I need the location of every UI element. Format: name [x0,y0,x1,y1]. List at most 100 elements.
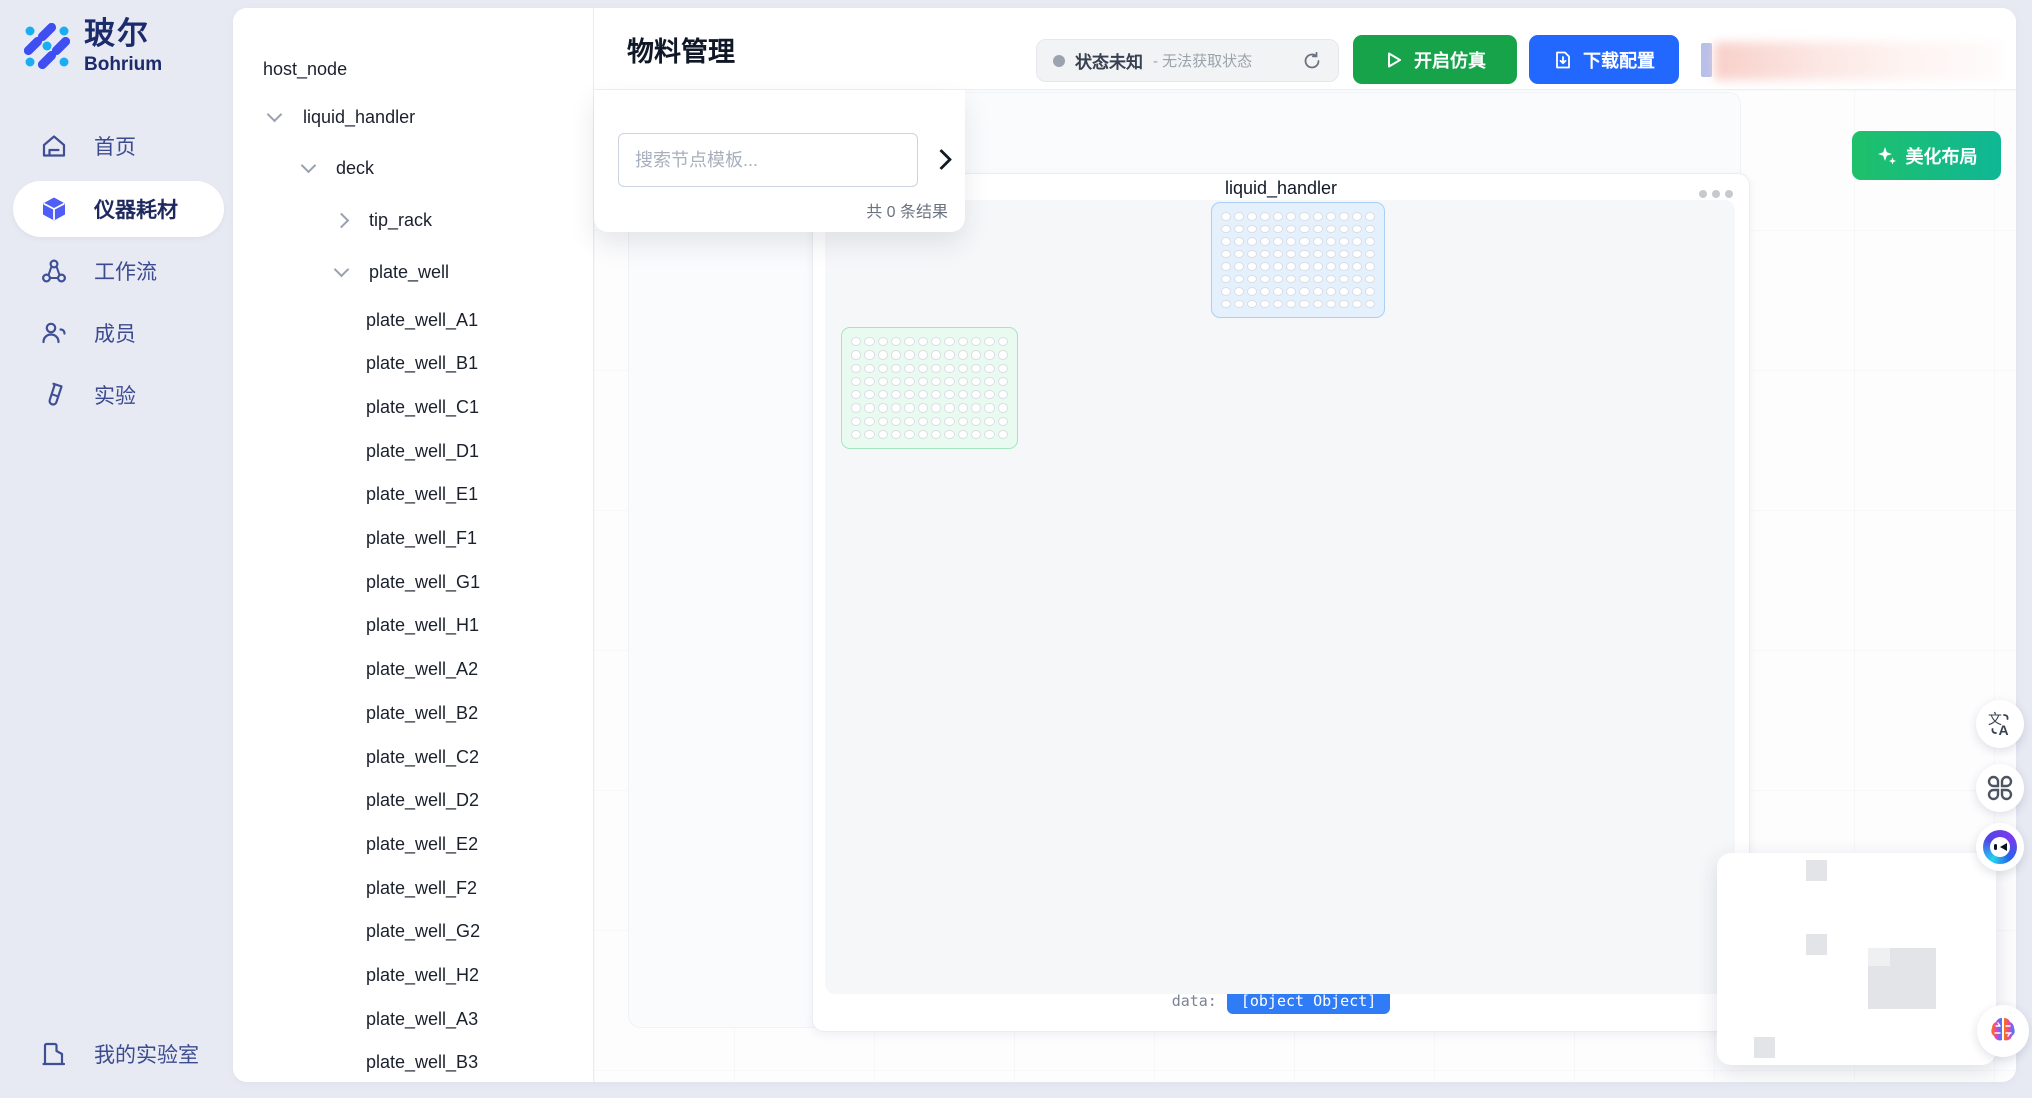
well [1234,287,1244,296]
tip-rack-plate[interactable] [1211,202,1385,318]
ai-brain-button[interactable] [1977,1005,2029,1057]
well [891,417,901,426]
well [864,403,874,412]
well [918,350,928,359]
tree-node-label: plate_well_C2 [366,747,479,768]
chevron-down-icon[interactable] [267,107,283,123]
tree-node-host_node[interactable]: host_node [233,56,593,82]
sidebar-item-members[interactable]: 成员 [13,305,224,361]
tree-node-liquid_handler[interactable]: liquid_handler [233,104,593,130]
main-card: host_node liquid_handlerdeck tip_rackplate… [233,8,2016,1082]
redacted-blur-block [1714,42,2001,80]
well [944,390,954,399]
tree-node-plate_well[interactable]: plate_well [233,259,593,285]
tree-node-plate_well_A2[interactable]: plate_well_A2 [233,657,593,683]
tree-node-plate_well_D2[interactable]: plate_well_D2 [233,788,593,814]
well [958,364,968,373]
well [1352,225,1362,234]
well [878,364,888,373]
ellipsis-icon[interactable] [1699,190,1733,198]
tree-node-deck[interactable]: deck [233,155,593,181]
minimap[interactable] [1717,853,1996,1065]
well [1260,300,1270,309]
tree-node-plate_well_A3[interactable]: plate_well_A3 [233,1006,593,1032]
well [1326,212,1336,221]
sidebar-item-label: 仪器耗材 [94,194,178,224]
sidebar-item-experiments[interactable]: 实验 [13,367,224,423]
tree-node-plate_well_F2[interactable]: plate_well_F2 [233,875,593,901]
tree-node-plate_well_H1[interactable]: plate_well_H1 [233,613,593,639]
well [1234,250,1244,259]
brand-name-en: Bohrium [84,55,162,74]
download-config-button[interactable]: 下载配置 [1529,35,1679,84]
start-simulation-button[interactable]: 开启仿真 [1353,35,1517,84]
sidebar-item-my-lab[interactable]: 我的实验室 [13,1026,224,1082]
well [944,337,954,346]
well [958,390,968,399]
liquid-handler-node[interactable]: liquid_handler data: [object Object] [812,173,1750,1032]
well [1221,300,1231,309]
tree-node-plate_well_C2[interactable]: plate_well_C2 [233,744,593,770]
well [971,350,981,359]
sidebar-item-home[interactable]: 首页 [13,118,224,174]
brand-name-cn: 玻尔 [84,18,162,49]
search-input[interactable] [618,133,918,187]
redacted-user-info [1701,42,2001,80]
well [918,417,928,426]
well [984,390,994,399]
tree-node-tip_rack[interactable]: tip_rack [233,207,593,233]
chevron-right-icon[interactable] [931,149,952,170]
plate-well-plate[interactable] [841,327,1018,449]
tree-node-label: plate_well_E1 [366,484,478,505]
tree-node-plate_well_F1[interactable]: plate_well_F1 [233,526,593,552]
well [1299,287,1309,296]
tree-node-plate_well_G2[interactable]: plate_well_G2 [233,919,593,945]
well [958,337,968,346]
well [851,377,861,386]
tree-node-plate_well_B1[interactable]: plate_well_B1 [233,351,593,377]
well [1247,237,1257,246]
tree-node-plate_well_E1[interactable]: plate_well_E1 [233,482,593,508]
well [1352,300,1362,309]
tree-node-plate_well_E2[interactable]: plate_well_E2 [233,831,593,857]
well [1234,212,1244,221]
minimap-node [1806,860,1827,881]
deck-surface [825,200,1735,994]
apps-button[interactable] [1976,764,2024,812]
well [998,337,1008,346]
well [931,364,941,373]
tree-node-plate_well_G1[interactable]: plate_well_G1 [233,569,593,595]
flow-canvas[interactable]: liquid_handler data: [object Object] 美化布… [594,90,2016,1082]
ai-assistant-button[interactable] [1976,823,2024,871]
tree-node-label: plate_well_A1 [366,310,478,331]
chevron-right-icon[interactable] [334,212,350,228]
tree-node-plate_well_A1[interactable]: plate_well_A1 [233,307,593,333]
well [931,350,941,359]
well [851,403,861,412]
chevron-down-icon[interactable] [301,158,317,174]
status-label: 状态未知 [1075,48,1143,73]
tree-node-plate_well_B3[interactable]: plate_well_B3 [233,1050,593,1076]
tree-node-plate_well_C1[interactable]: plate_well_C1 [233,394,593,420]
well [1352,275,1362,284]
well [1286,287,1296,296]
well [971,430,981,439]
well [1299,225,1309,234]
well [918,430,928,439]
beautify-layout-button[interactable]: 美化布局 [1852,131,2001,180]
well [1286,225,1296,234]
translate-button[interactable]: 文 A [1976,700,2024,748]
well [1260,250,1270,259]
status-detail: - 无法获取状态 [1153,50,1252,71]
well [1339,275,1349,284]
sidebar-item-instruments[interactable]: 仪器耗材 [13,181,224,237]
tree-node-plate_well_B2[interactable]: plate_well_B2 [233,700,593,726]
bohrium-logo-icon [24,23,70,69]
main-area: 物料管理 状态未知 - 无法获取状态 开启仿真 [594,8,2016,1082]
chevron-down-icon[interactable] [334,262,350,278]
refresh-icon[interactable] [1302,51,1322,71]
well [864,430,874,439]
tree-node-plate_well_D1[interactable]: plate_well_D1 [233,438,593,464]
sidebar-item-workflow[interactable]: 工作流 [13,243,224,299]
tree-node-plate_well_H2[interactable]: plate_well_H2 [233,963,593,989]
